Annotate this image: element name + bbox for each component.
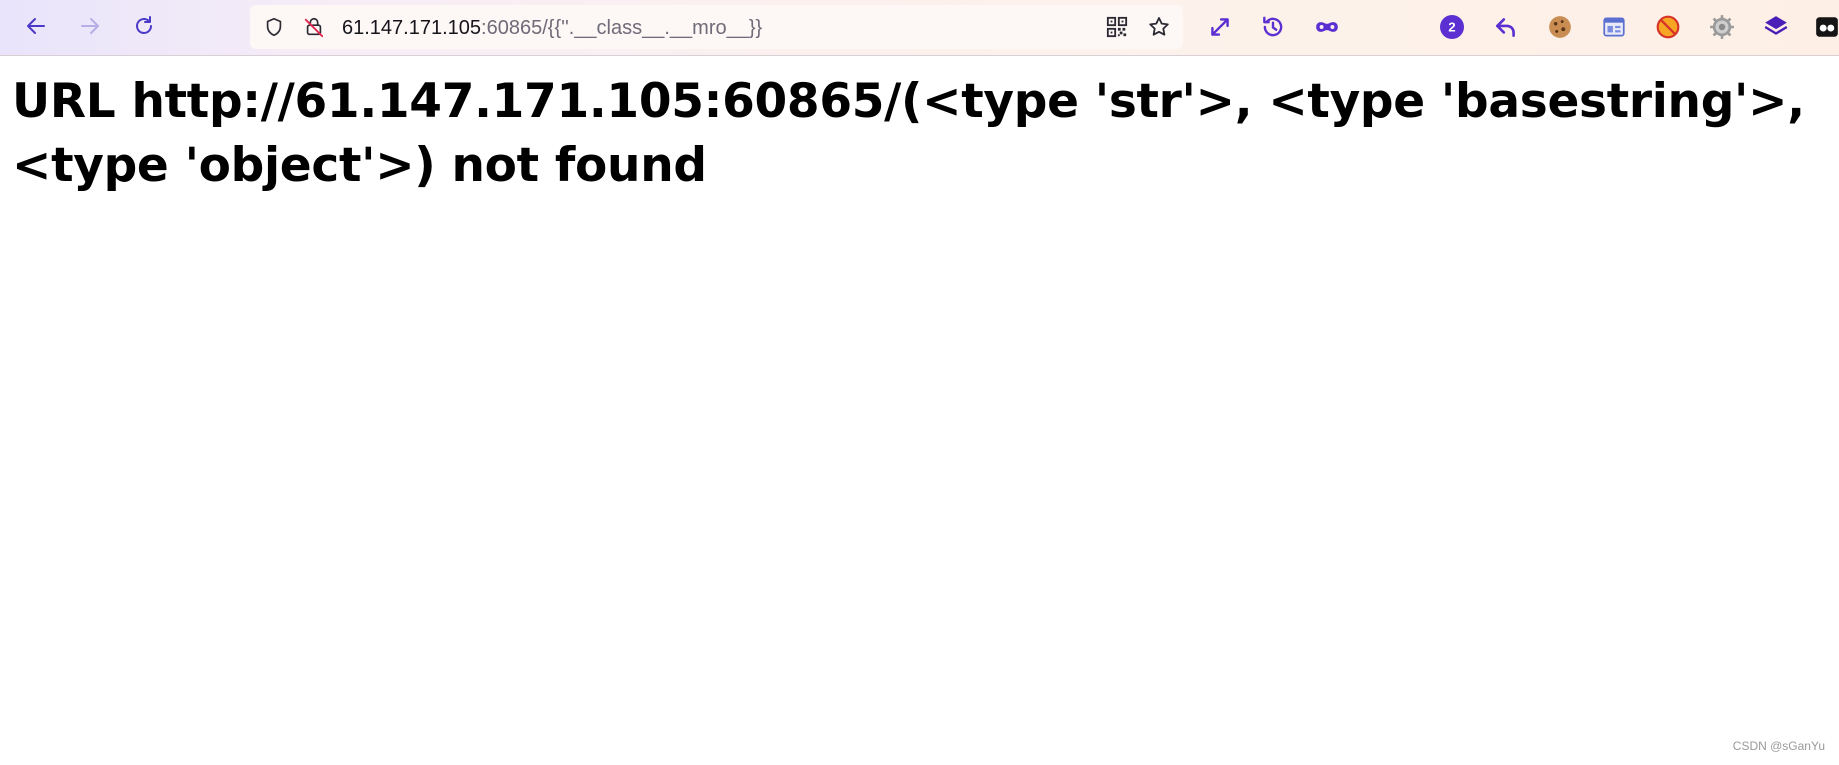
shield-icon[interactable] [262, 15, 286, 39]
fullscreen-expand-icon[interactable] [1205, 12, 1235, 42]
reload-button[interactable] [125, 9, 163, 47]
insecure-lock-icon[interactable] [302, 15, 326, 39]
private-mask-icon[interactable] [1312, 12, 1342, 42]
qr-code-icon[interactable] [1105, 15, 1129, 39]
forward-button[interactable] [71, 9, 109, 47]
bookmark-star-icon[interactable] [1147, 15, 1171, 39]
cookie-icon[interactable] [1545, 12, 1575, 42]
glasses-icon[interactable] [1812, 12, 1839, 42]
blocked-script-icon[interactable] [1653, 12, 1683, 42]
extension-badge-icon[interactable]: 2 [1437, 12, 1467, 42]
page-heading: URL http://61.147.171.105:60865/(<type '… [12, 74, 1805, 193]
sidebar-panel-icon[interactable] [1599, 12, 1629, 42]
reply-arrow-icon[interactable] [1491, 12, 1521, 42]
watermark: CSDN @sGanYu [1732, 739, 1825, 753]
url-text[interactable]: 61.147.171.105:60865/{{''.__class__.__mr… [342, 17, 762, 39]
reload-icon [132, 14, 156, 42]
back-button[interactable] [17, 9, 55, 47]
layers-icon[interactable] [1761, 12, 1791, 42]
settings-gear-icon[interactable] [1707, 12, 1737, 42]
history-icon[interactable] [1258, 12, 1288, 42]
arrow-right-icon [78, 14, 102, 42]
arrow-left-icon [24, 14, 48, 42]
url-path: :60865/{{''.__class__.__mro__}} [481, 17, 763, 39]
url-host: 61.147.171.105 [342, 17, 482, 39]
extension-badge-count: 2 [1448, 20, 1455, 35]
address-bar[interactable]: 61.147.171.105:60865/{{''.__class__.__mr… [250, 5, 1183, 49]
browser-toolbar: 61.147.171.105:60865/{{''.__class__.__mr… [0, 0, 1839, 56]
